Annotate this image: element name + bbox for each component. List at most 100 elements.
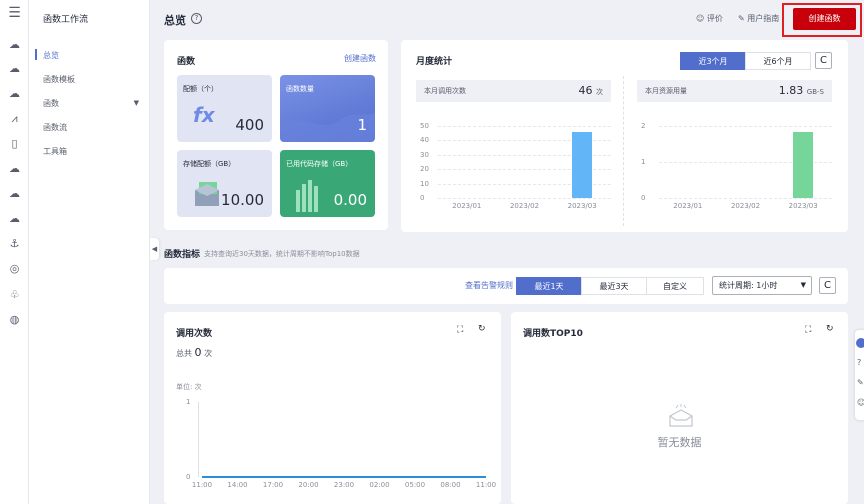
cloud-icon[interactable]: ☁	[7, 61, 22, 76]
tile-value: 10.00	[221, 191, 264, 209]
menu-icon[interactable]: ☰	[7, 6, 22, 21]
alarm-rules-link[interactable]: 查看告警规则	[465, 280, 513, 291]
function-card-title: 函数	[177, 57, 196, 67]
circle-icon[interactable]: ◎	[7, 261, 22, 276]
rate-link[interactable]: ☺ 评价	[696, 13, 723, 24]
stat-value: 1.83 GB-S	[779, 80, 824, 103]
y-tick-label: 1	[641, 158, 646, 166]
stat-label: 本月资源用量	[645, 87, 687, 95]
nav-item-flows[interactable]: 函数流	[43, 122, 67, 133]
range-1-day[interactable]: 最近1天	[516, 277, 582, 295]
caret-down-icon[interactable]: ▼	[134, 99, 139, 107]
tile-value: 0.00	[333, 191, 367, 209]
x-tick-label: 2023/02	[730, 202, 761, 210]
caret-down-icon: ▼	[800, 281, 806, 289]
period-select[interactable]: 统计周期: 1小时 ▼	[712, 276, 812, 295]
empty-box-icon	[669, 404, 693, 427]
stat-label: 本月调用次数	[424, 87, 466, 95]
globe-icon[interactable]: ◍	[7, 312, 22, 327]
function-count-tile: 函数数量 1	[280, 75, 375, 142]
x-tick-label: 20:00	[298, 481, 319, 489]
unit-label: 单位: 次	[176, 383, 202, 391]
total-unit: 次	[204, 349, 213, 358]
gridline	[438, 198, 611, 199]
tile-label: 配额（个）	[183, 85, 218, 93]
storage-box-icon	[195, 182, 219, 206]
range-custom[interactable]: 自定义	[646, 277, 704, 295]
service-nav: 函数工作流 总览 函数模板 函数 ▼ 函数流 工具箱	[29, 0, 150, 504]
collapse-nav-icon[interactable]: ◀	[150, 238, 159, 260]
cloud-icon[interactable]: ☁	[7, 86, 22, 101]
chat-icon[interactable]	[856, 338, 864, 348]
empty-state-text: 暂无数据	[657, 436, 702, 449]
period-label: 统计周期:	[719, 281, 754, 290]
y-tick-label: 2	[641, 122, 646, 130]
total-value: 0	[194, 346, 202, 359]
x-tick-label: 14:00	[227, 481, 248, 489]
quota-tile: 配额（个） fx 400	[177, 75, 272, 142]
fullscreen-icon[interactable]: ⛶	[805, 325, 811, 335]
total-label: 总共	[176, 349, 192, 358]
cloud-icon[interactable]: ☁	[7, 37, 22, 52]
monthly-invocations-stat: 本月调用次数 46 次	[416, 80, 611, 102]
doc-icon: ✎	[738, 14, 745, 23]
nodes-icon[interactable]: ♧	[7, 287, 22, 302]
help-icon[interactable]: ?	[857, 358, 861, 367]
nav-item-templates[interactable]: 函数模板	[43, 74, 75, 85]
x-tick-label: 11:00	[475, 481, 497, 489]
help-icon[interactable]: ?	[191, 13, 202, 24]
bar	[572, 131, 593, 198]
divider	[623, 76, 624, 226]
tab-3-months[interactable]: 近3个月	[680, 52, 746, 70]
resource-bar-chart: 2 1 0 2023/01 2023/02 2023/03	[637, 120, 837, 220]
refresh-icon[interactable]: ↻	[826, 324, 834, 334]
x-tick-label: 05:00	[404, 481, 426, 489]
x-tick-label: 2023/01	[452, 202, 482, 210]
stat-number: 46	[578, 84, 593, 97]
tab-6-months[interactable]: 近6个月	[745, 52, 811, 70]
cloud-icon[interactable]: ☁	[7, 161, 22, 176]
tile-label: 存储配额（GB）	[183, 160, 236, 168]
edit-icon[interactable]: ✎	[857, 378, 864, 387]
cloud-icon[interactable]: ☁	[7, 186, 22, 201]
nav-item-label: 函数	[43, 99, 59, 108]
refresh-icon[interactable]: C	[815, 52, 832, 69]
tile-value: 400	[235, 116, 264, 134]
monthly-title: 月度统计	[416, 57, 453, 67]
fullscreen-icon[interactable]: ⛶	[457, 325, 463, 335]
used-storage-tile: 已用代码存储（GB） 0.00	[280, 150, 375, 217]
tile-label: 函数数量	[286, 85, 314, 93]
chart-icon[interactable]: ⩘	[7, 111, 22, 126]
nav-item-overview[interactable]: 总览	[43, 50, 59, 61]
smile-icon[interactable]: ☺	[857, 398, 864, 407]
guide-label: 用户指南	[747, 14, 780, 23]
refresh-icon[interactable]: C	[819, 277, 836, 294]
range-3-days[interactable]: 最近3天	[581, 277, 647, 295]
gridline	[438, 126, 611, 127]
user-guide-link[interactable]: ✎ 用户指南	[738, 13, 779, 24]
top10-card: 调用数TOP10 ⛶ ↻ 暂无数据	[511, 312, 848, 504]
x-tick-label: 2023/02	[509, 202, 540, 210]
metrics-title: 函数指标	[164, 250, 201, 260]
monthly-resource-stat: 本月资源用量 1.83 GB-S	[637, 80, 832, 102]
storage-quota-tile: 存储配额（GB） 10.00	[177, 150, 272, 217]
cloud-icon[interactable]: ☁	[7, 211, 22, 226]
icon-rail: ☰ ☁ ☁ ☁ ⩘ ▯ ☁ ☁ ☁ ⚓ ◎ ♧ ◍	[0, 0, 29, 504]
stat-value: 46 次	[579, 80, 604, 103]
monthly-stats-card: 月度统计 近3个月 近6个月 C 本月调用次数 46 次 本月资源用量 1.83…	[401, 40, 848, 232]
create-function-button[interactable]: 创建函数	[793, 8, 856, 30]
y-tick-label: 0	[420, 194, 425, 202]
create-function-link[interactable]: 创建函数	[344, 53, 376, 64]
anchor-icon[interactable]: ⚓	[7, 236, 22, 251]
nav-item-toolbox[interactable]: 工具箱	[43, 146, 67, 157]
refresh-icon[interactable]: ↻	[478, 324, 486, 334]
function-card: 函数 创建函数 配额（个） fx 400 函数数量 1 存储配额（GB） 10.…	[164, 40, 388, 230]
rate-label: 评价	[706, 14, 723, 23]
nav-item-functions[interactable]: 函数	[43, 98, 138, 109]
file-icon[interactable]: ▯	[7, 136, 22, 151]
active-indicator	[35, 49, 37, 60]
floating-toolbar: ? ✎ ☺	[855, 330, 864, 420]
invocations-bar-chart: 50 40 30 20 10 0 2023/01 2023/02 2023/03	[416, 120, 616, 220]
metrics-filter-bar: 查看告警规则 最近1天 最近3天 自定义 统计周期: 1小时 ▼ C	[164, 268, 848, 304]
y-tick-label: 20	[420, 165, 429, 174]
